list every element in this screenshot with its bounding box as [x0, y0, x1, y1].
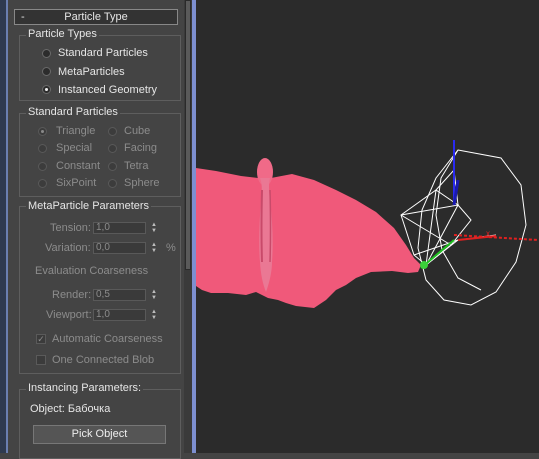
viewport-coarseness-input[interactable]: 1,0 [93, 309, 146, 321]
viewport-scene[interactable]: x [196, 0, 539, 453]
instancing-object-label: Object: Бабочка [30, 403, 111, 415]
radio-facing[interactable] [108, 144, 117, 153]
render-coarseness-input[interactable]: 0,5 [93, 289, 146, 301]
radio-tetra[interactable] [108, 162, 117, 171]
viewport[interactable]: x [196, 0, 539, 453]
rollout-title: Particle Type [64, 11, 128, 23]
group-instancing-parameters [19, 389, 181, 459]
variation-input[interactable]: 0,0 [93, 242, 146, 254]
tension-label: Tension: [50, 222, 91, 234]
radio-label-triangle[interactable]: Triangle [56, 125, 95, 137]
evaluation-coarseness-label: Evaluation Coarseness [35, 265, 149, 277]
radio-label-sphere[interactable]: Sphere [124, 177, 159, 189]
radio-standard-particles[interactable] [42, 49, 51, 58]
butterfly-mesh[interactable] [196, 168, 421, 308]
viewport-coarseness-spinner[interactable]: ▲ ▼ [150, 309, 159, 321]
variation-spinner[interactable]: ▲ ▼ [150, 242, 159, 254]
tension-input[interactable]: 1,0 [93, 222, 146, 234]
panel-scrollbar[interactable] [184, 0, 192, 453]
tension-spinner[interactable]: ▲ ▼ [150, 222, 159, 234]
radio-label-facing[interactable]: Facing [124, 142, 157, 154]
radio-label-sixpoint[interactable]: SixPoint [56, 177, 96, 189]
one-connected-blob-label[interactable]: One Connected Blob [52, 354, 154, 366]
group-title-particle-types: Particle Types [26, 28, 99, 40]
radio-label-tetra[interactable]: Tetra [124, 160, 148, 172]
radio-label-standard-particles[interactable]: Standard Particles [58, 47, 148, 59]
render-coarseness-spinner[interactable]: ▲ ▼ [150, 289, 159, 301]
radio-cube[interactable] [108, 127, 117, 136]
scrollbar-thumb[interactable] [185, 0, 191, 270]
radio-triangle[interactable] [38, 127, 47, 136]
radio-label-special[interactable]: Special [56, 142, 92, 154]
svg-text:x: x [486, 229, 490, 238]
radio-sixpoint[interactable] [38, 179, 47, 188]
radio-label-constant[interactable]: Constant [56, 160, 100, 172]
radio-constant[interactable] [38, 162, 47, 171]
group-title-metaparticle-parameters: MetaParticle Parameters [26, 200, 152, 212]
radio-label-instanced-geometry[interactable]: Instanced Geometry [58, 84, 157, 96]
group-title-instancing-parameters: Instancing Parameters: [26, 382, 144, 394]
automatic-coarseness-checkbox[interactable]: ✓ [36, 334, 46, 344]
radio-special[interactable] [38, 144, 47, 153]
gizmo-pivot[interactable] [420, 261, 428, 269]
group-title-standard-particles: Standard Particles [26, 106, 120, 118]
pick-object-button[interactable]: Pick Object [33, 425, 166, 444]
viewport-label: Viewport: [46, 309, 92, 321]
radio-instanced-geometry[interactable] [42, 85, 51, 94]
left-border [0, 0, 8, 453]
rollout-header-particle-type[interactable]: - Particle Type [14, 9, 178, 25]
variation-unit: % [166, 242, 176, 254]
one-connected-blob-checkbox[interactable] [36, 355, 46, 365]
variation-label: Variation: [45, 242, 91, 254]
radio-label-cube[interactable]: Cube [124, 125, 150, 137]
render-label: Render: [52, 289, 92, 301]
emitter-wireframe[interactable] [400, 149, 527, 306]
radio-label-metaparticles[interactable]: MetaParticles [58, 66, 125, 78]
radio-metaparticles[interactable] [42, 67, 51, 76]
automatic-coarseness-label[interactable]: Automatic Coarseness [52, 333, 163, 345]
radio-sphere[interactable] [108, 179, 117, 188]
